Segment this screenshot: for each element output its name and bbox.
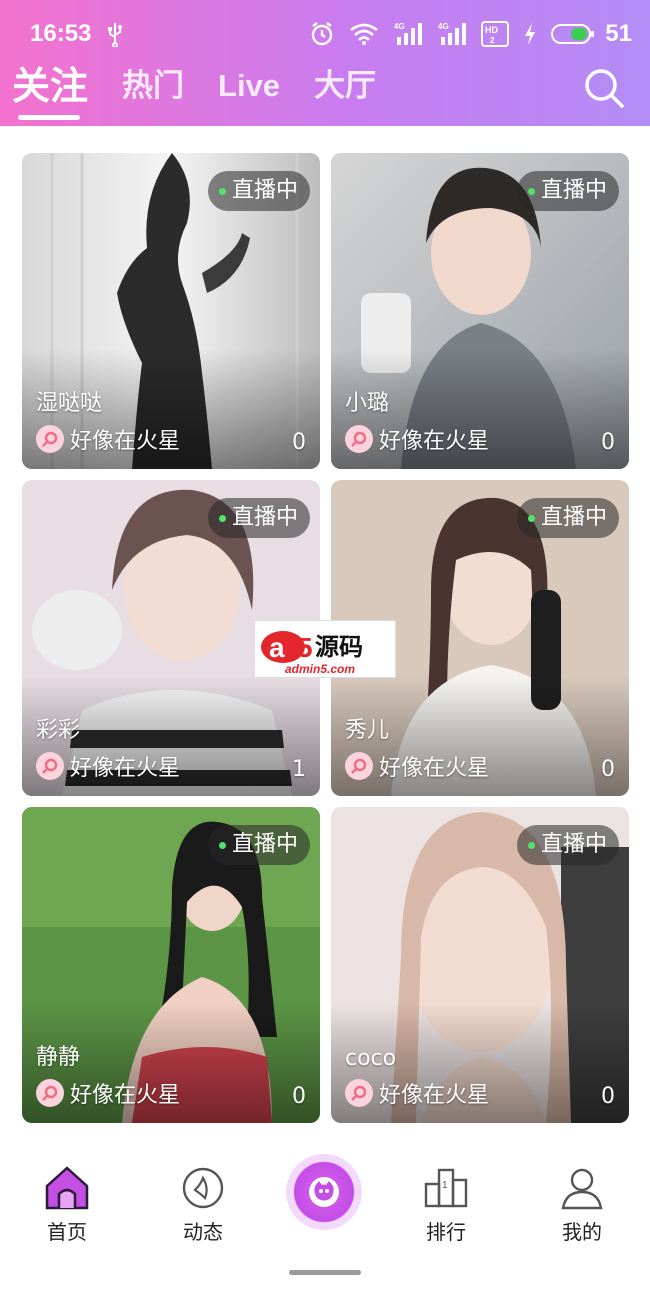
ranking-icon: 1 [424, 1168, 468, 1208]
live-card[interactable]: 直播中 湿哒哒 好像在火星 0 [22, 153, 320, 469]
live-card[interactable]: 直播中 小璐 好像在火星 0 [331, 153, 629, 469]
live-card[interactable]: 直播中 静静 好像在火星 0 [22, 807, 320, 1123]
viewer-count: 0 [601, 430, 615, 455]
location-label: 好像在火星 [379, 1083, 490, 1108]
live-badge: 直播中 [207, 825, 310, 865]
hd-icon: HD 2 [481, 21, 510, 47]
live-dot-icon [527, 842, 535, 849]
svg-text:a: a [269, 632, 285, 663]
live-badge: 直播中 [207, 171, 310, 211]
app-header: 16:53 4G 4G HD 2 51 关注 热门 Live 大厅 [0, 0, 650, 126]
tab-hot[interactable]: 热门 [122, 62, 184, 110]
live-card[interactable]: 直播中 coco 好像在火星 0 [331, 807, 629, 1123]
location-label: 好像在火星 [379, 429, 490, 454]
watermark-logo: a 5 源码 admin5.com [254, 620, 396, 678]
location-pin-icon [345, 425, 373, 453]
wifi-icon [349, 21, 379, 47]
location: 好像在火星 [345, 750, 489, 782]
live-start-icon [309, 1177, 339, 1207]
streamer-name: coco [345, 1046, 397, 1071]
charging-icon [523, 21, 537, 47]
streamer-name: 小璐 [345, 391, 390, 416]
location: 好像在火星 [345, 423, 489, 455]
moments-icon [182, 1167, 224, 1209]
location-pin-icon [36, 1079, 64, 1107]
streamer-name: 湿哒哒 [36, 391, 103, 416]
streamer-name: 彩彩 [36, 718, 81, 743]
signal-4g-icon: 4G [393, 21, 423, 47]
start-live-button[interactable] [286, 1154, 362, 1230]
nav-ranking[interactable]: 1 排行 [401, 1164, 491, 1245]
live-dot-icon [218, 188, 226, 195]
nav-home-label: 首页 [47, 1220, 87, 1244]
live-dot-icon [527, 188, 535, 195]
location: 好像在火星 [36, 423, 180, 455]
location-label: 好像在火星 [70, 1083, 181, 1108]
profile-icon [561, 1168, 603, 1210]
status-bar: 16:53 4G 4G HD 2 51 [0, 0, 650, 60]
live-badge: 直播中 [516, 825, 619, 865]
location-label: 好像在火星 [379, 756, 490, 781]
live-dot-icon [218, 515, 226, 522]
tab-following[interactable]: 关注 [12, 62, 88, 120]
location: 好像在火星 [36, 750, 180, 782]
location-label: 好像在火星 [70, 429, 181, 454]
streamer-name: 静静 [36, 1045, 81, 1070]
battery-icon [551, 21, 595, 47]
svg-text:admin5.com: admin5.com [285, 662, 355, 676]
location-label: 好像在火星 [70, 756, 181, 781]
live-badge: 直播中 [516, 498, 619, 538]
alarm-icon [309, 21, 335, 47]
location: 好像在火星 [36, 1077, 180, 1109]
nav-ranking-label: 排行 [426, 1220, 466, 1244]
live-dot-icon [218, 842, 226, 849]
tab-live[interactable]: Live [218, 62, 280, 110]
usb-icon [108, 23, 122, 47]
status-time: 16:53 [30, 20, 92, 47]
nav-profile[interactable]: 我的 [537, 1164, 627, 1245]
svg-text:HD: HD [485, 25, 498, 35]
location-pin-icon [36, 425, 64, 453]
svg-text:5: 5 [297, 632, 313, 663]
live-badge: 直播中 [516, 171, 619, 211]
nav-profile-label: 我的 [562, 1220, 602, 1244]
viewer-count: 0 [292, 430, 306, 455]
svg-text:4G: 4G [438, 22, 449, 31]
tab-hall[interactable]: 大厅 [314, 62, 376, 110]
nav-moments-label: 动态 [183, 1220, 223, 1244]
top-tabs: 关注 热门 Live 大厅 [12, 62, 410, 120]
location-pin-icon [36, 752, 64, 780]
viewer-count: 0 [601, 1084, 615, 1109]
live-badge: 直播中 [207, 498, 310, 538]
nav-home[interactable]: 首页 [22, 1164, 112, 1245]
svg-text:2: 2 [490, 36, 495, 45]
svg-text:4G: 4G [394, 22, 405, 31]
home-icon [45, 1166, 89, 1210]
streamer-name: 秀儿 [345, 718, 390, 743]
battery-level: 51 [605, 20, 632, 47]
location-pin-icon [345, 752, 373, 780]
nav-moments[interactable]: 动态 [158, 1164, 248, 1245]
bottom-nav: 首页 动态 1 排行 我的 [0, 1140, 650, 1300]
viewer-count: 0 [292, 1084, 306, 1109]
status-icons: 4G 4G HD 2 51 [309, 18, 632, 50]
location-pin-icon [345, 1079, 373, 1107]
signal-4g-icon: 4G [437, 21, 467, 47]
viewer-count: 0 [601, 757, 615, 782]
live-dot-icon [527, 515, 535, 522]
svg-text:1: 1 [442, 1180, 448, 1191]
location: 好像在火星 [345, 1077, 489, 1109]
home-indicator[interactable] [289, 1270, 361, 1275]
search-icon[interactable] [582, 66, 626, 110]
svg-text:源码: 源码 [315, 633, 363, 661]
viewer-count: 1 [292, 757, 306, 782]
